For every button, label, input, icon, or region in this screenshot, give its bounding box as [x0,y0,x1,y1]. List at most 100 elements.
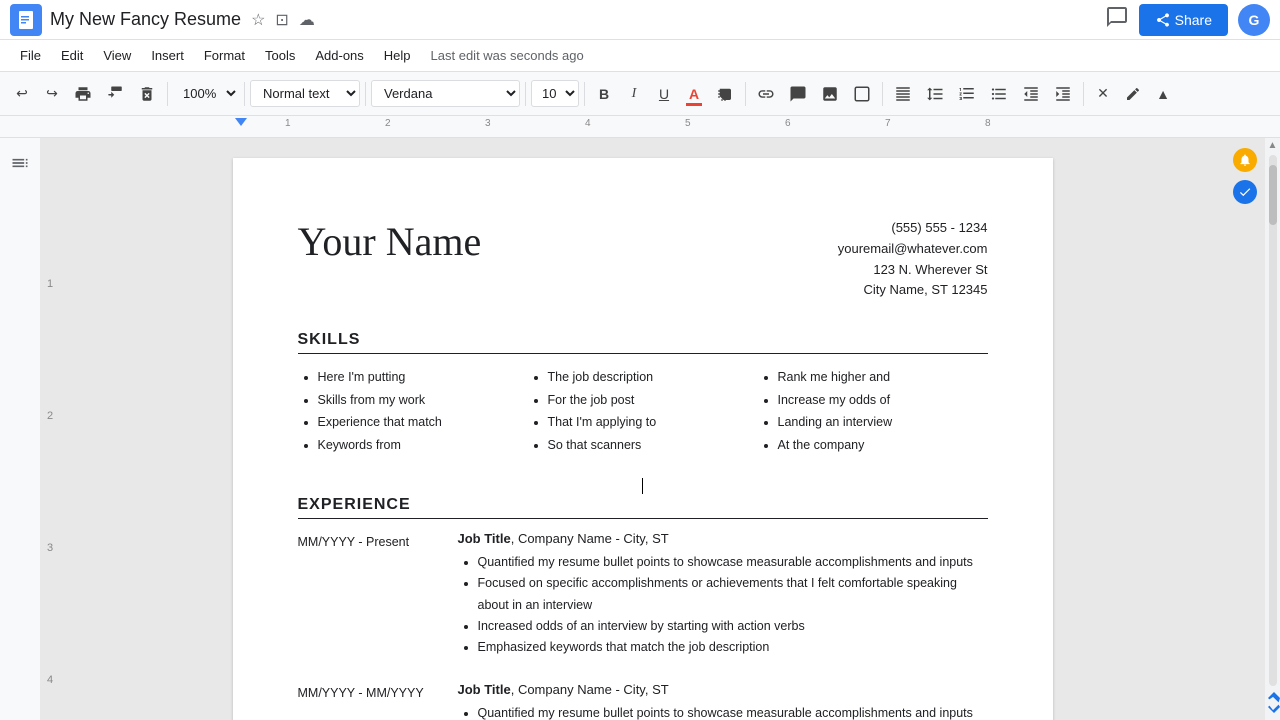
clear-format-small-button[interactable] [132,79,162,109]
font-select[interactable]: Verdana Arial Times New Roman [371,80,520,107]
share-button[interactable]: Share [1139,4,1228,36]
skill-item[interactable]: That I'm applying to [548,411,758,434]
exp-bullet[interactable]: Focused on specific accomplishments or a… [478,573,988,616]
divider-2 [244,82,245,106]
comment-button[interactable] [1105,5,1129,35]
paint-format-button[interactable] [100,79,130,109]
notification-icon[interactable] [1233,148,1257,172]
skill-item[interactable]: So that scanners [548,434,758,457]
divider-6 [745,82,746,106]
scroll-track[interactable] [1269,155,1277,686]
toolbar: ↩ ↪ 100% 75% 125% Normal text Heading 1 … [0,72,1280,116]
scroll-thumb[interactable] [1269,165,1277,225]
exp-bullet[interactable]: Increased odds of an interview by starti… [478,616,988,637]
contact-address[interactable]: 123 N. Wherever St [838,260,988,281]
clear-formatting-button[interactable]: ✕ [1089,79,1117,109]
scroll-up-button[interactable]: ▲ [1265,138,1280,153]
scroll-bottom-button[interactable] [1261,688,1280,720]
highlight-button[interactable] [710,79,740,109]
exp-title-2[interactable]: Job Title, Company Name - City, ST [458,682,988,697]
text-bg-button[interactable] [847,79,877,109]
menu-view[interactable]: View [95,44,139,67]
numbered-list-button[interactable] [952,79,982,109]
star-button[interactable]: ☆ [249,8,267,32]
align-button[interactable] [888,79,918,109]
last-edit-text[interactable]: Last edit was seconds ago [431,48,584,63]
divider-4 [525,82,526,106]
exp-content-1: Job Title, Company Name - City, ST Quant… [458,531,988,658]
print-button[interactable] [68,79,98,109]
editing-mode-button[interactable] [1119,79,1147,109]
document-area[interactable]: Your Name (555) 555 - 1234 youremail@wha… [60,138,1225,720]
menu-help[interactable]: Help [376,44,419,67]
ruler-mark-4: 4 [585,118,591,129]
skill-item[interactable]: Keywords from [318,434,528,457]
skill-item[interactable]: Rank me higher and [778,366,988,389]
exp-bullet[interactable]: Emphasized keywords that match the job d… [478,637,988,658]
exp-bullet[interactable]: Quantified my resume bullet points to sh… [478,552,988,573]
font-size-select[interactable]: 10 11 12 14 [531,80,579,107]
exp-company-1: , Company Name - City, ST [511,531,669,546]
bullet-list-button[interactable] [984,79,1014,109]
resume-name[interactable]: Your Name [298,218,482,265]
skill-item[interactable]: Landing an interview [778,411,988,434]
skill-item[interactable]: Increase my odds of [778,389,988,412]
folder-button[interactable]: ⊡ [273,8,290,32]
paragraph-style-select[interactable]: Normal text Heading 1 Heading 2 Title [250,80,360,107]
skill-item[interactable]: The job description [548,366,758,389]
skill-item[interactable]: At the company [778,434,988,457]
exp-title-1[interactable]: Job Title, Company Name - City, ST [458,531,988,546]
menu-tools[interactable]: Tools [257,44,303,67]
insert-link-button[interactable] [751,79,781,109]
scrollbar[interactable]: ▲ [1265,138,1280,720]
text-color-button[interactable]: A [680,79,708,109]
undo-button[interactable]: ↩ [8,79,36,109]
menu-format[interactable]: Format [196,44,253,67]
skill-item[interactable]: Skills from my work [318,389,528,412]
line-spacing-button[interactable] [920,79,950,109]
ruler-marker[interactable] [235,118,247,126]
more-options-button[interactable]: ▲ [1149,79,1177,109]
contact-phone[interactable]: (555) 555 - 1234 [838,218,988,239]
skills-list-1: Here I'm putting Skills from my work Exp… [298,366,528,456]
document-page[interactable]: Your Name (555) 555 - 1234 youremail@wha… [233,158,1053,720]
redo-button[interactable]: ↪ [38,79,66,109]
skills-list-3: Rank me higher and Increase my odds of L… [758,366,988,456]
ruler-mark-6: 6 [785,118,791,129]
indent-less-button[interactable] [1016,79,1046,109]
share-label: Share [1175,12,1212,28]
underline-button[interactable]: U [650,79,678,109]
experience-entry-1: MM/YYYY - Present Job Title, Company Nam… [298,531,988,658]
menu-insert[interactable]: Insert [143,44,192,67]
menu-addons[interactable]: Add-ons [307,44,371,67]
contact-email[interactable]: youremail@whatever.com [838,239,988,260]
cursor-area[interactable] [298,476,988,496]
skill-item[interactable]: For the job post [548,389,758,412]
contact-city[interactable]: City Name, ST 12345 [838,280,988,301]
outline-icon[interactable] [10,153,30,178]
bold-button[interactable]: B [590,79,618,109]
check-icon[interactable] [1233,180,1257,204]
insert-comment-button[interactable] [783,79,813,109]
cloud-button[interactable]: ☁ [297,8,317,32]
page-num-1: 1 [47,278,53,290]
menu-edit[interactable]: Edit [53,44,91,67]
skills-list-2: The job description For the job post Tha… [528,366,758,456]
user-avatar[interactable]: G [1238,4,1270,36]
skill-item[interactable]: Here I'm putting [318,366,528,389]
indent-more-button[interactable] [1048,79,1078,109]
page-num-4: 4 [47,674,53,686]
left-sidebar [0,138,40,720]
ruler-mark-5: 5 [685,118,691,129]
header-right: Share G [1105,4,1270,36]
menu-file[interactable]: File [12,44,49,67]
ruler-mark-7: 7 [885,118,891,129]
exp-date-2[interactable]: MM/YYYY - MM/YYYY [298,682,438,720]
exp-bullet[interactable]: Quantified my resume bullet points to sh… [478,703,988,720]
menu-bar: File Edit View Insert Format Tools Add-o… [0,40,1280,72]
italic-button[interactable]: I [620,79,648,109]
exp-date-1[interactable]: MM/YYYY - Present [298,531,438,658]
skill-item[interactable]: Experience that match [318,411,528,434]
zoom-select[interactable]: 100% 75% 125% [173,81,239,106]
insert-image-button[interactable] [815,79,845,109]
